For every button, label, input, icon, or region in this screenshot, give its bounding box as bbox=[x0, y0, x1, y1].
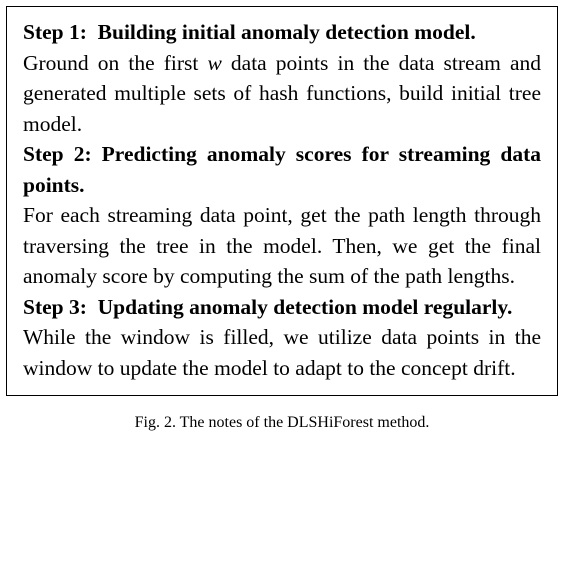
algorithm-box: Step 1: Building initial anomaly detecti… bbox=[6, 6, 558, 396]
step-3-title-b: Updating anomaly detection model regular… bbox=[98, 295, 513, 319]
step-1-title-b: Building initial anomaly detection model… bbox=[98, 20, 476, 44]
step-3-title-a: Step 3: bbox=[23, 295, 87, 319]
step-1-var: w bbox=[207, 51, 221, 75]
step-2-title: Step 2: Predicting anomaly scores for st… bbox=[23, 142, 541, 197]
step-3-body: While the window is filled, we utilize d… bbox=[23, 325, 541, 380]
step-1-body-pre: Ground on the first bbox=[23, 51, 207, 75]
step-2-body: For each streaming data point, get the p… bbox=[23, 203, 541, 288]
figure-caption: Fig. 2. The notes of the DLSHiForest met… bbox=[6, 414, 558, 432]
step-1-title-a: Step 1: bbox=[23, 20, 87, 44]
